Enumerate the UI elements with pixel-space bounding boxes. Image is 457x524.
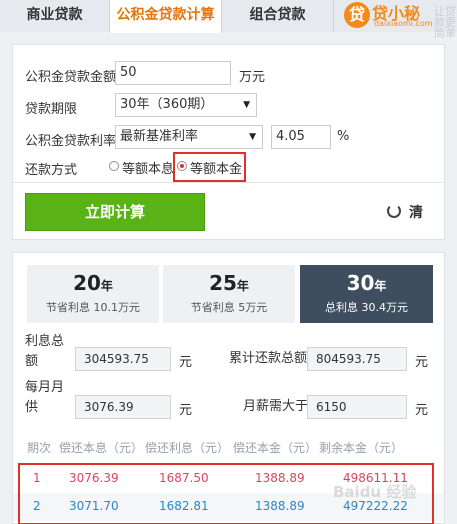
tab-20-years[interactable]: 20年 节省利息 10.1万元 xyxy=(27,265,159,323)
year-caption: 节省利息 5万元 xyxy=(190,301,268,314)
monthly-payment-value: 3076.39 xyxy=(75,395,171,419)
total-repay-label: 累计还款总额 xyxy=(229,351,308,366)
salary-value: 6150 xyxy=(307,395,407,419)
amount-label: 公积金贷款金额 xyxy=(25,70,117,85)
repay-method-label: 还款方式 xyxy=(25,163,78,178)
logo-url: daixiaomi.com xyxy=(374,19,433,28)
calculate-button[interactable]: 立即计算 xyxy=(25,193,205,231)
header-interest: 偿还利息（元） xyxy=(145,441,230,455)
total-interest-value: 304593.75 xyxy=(75,347,171,371)
tab-25-years[interactable]: 25年 节省利息 5万元 xyxy=(163,265,295,323)
total-interest-label: 利息总额 xyxy=(25,334,65,369)
term-label: 贷款期限 xyxy=(25,102,78,117)
equal-installment-label: 等额本息 xyxy=(122,162,175,177)
salary-label: 月薪需大于 xyxy=(243,399,309,414)
rate-unit: % xyxy=(337,129,350,144)
logo-mark-icon: 贷 xyxy=(344,2,370,28)
header-remaining: 剩余本金（元） xyxy=(319,441,404,455)
watermark: Baidu 经验 xyxy=(333,483,417,501)
header-payment: 偿还本息（元） xyxy=(59,441,144,455)
rate-type-value: 最新基准利率 xyxy=(120,129,199,144)
tab-30-years[interactable]: 30年 总利息 30.4万元 xyxy=(300,265,433,323)
loan-type-tabs: 商业贷款 公积金贷款计算 组合贷款 贷 贷小秘 daixiaomi.com 让贷… xyxy=(0,0,457,39)
results-card: 20年 节省利息 10.1万元 25年 节省利息 5万元 30年 总利息 30.… xyxy=(12,252,445,524)
rate-input[interactable]: 4.05 xyxy=(271,125,331,149)
dropdown-arrow-icon: ▼ xyxy=(243,100,250,110)
radio-equal-principal[interactable] xyxy=(177,161,187,171)
refresh-icon xyxy=(387,204,401,218)
rate-label: 公积金贷款利率 xyxy=(25,134,117,149)
header-period: 期次 xyxy=(27,441,52,455)
dropdown-arrow-icon: ▼ xyxy=(249,132,256,142)
year-caption: 总利息 30.4万元 xyxy=(325,301,408,314)
radio-equal-installment[interactable] xyxy=(109,161,119,171)
tab-combined-loan[interactable]: 组合贷款 xyxy=(222,0,334,32)
year-value: 25年 xyxy=(209,271,249,295)
monthly-payment-label: 每月月供 xyxy=(25,380,65,415)
header-principal: 偿还本金（元） xyxy=(233,441,318,455)
total-repay-unit: 元 xyxy=(415,355,429,370)
tab-housing-fund-loan[interactable]: 公积金贷款计算 xyxy=(110,0,222,33)
year-caption: 节省利息 10.1万元 xyxy=(46,301,140,314)
total-interest-unit: 元 xyxy=(179,355,193,370)
logo-slogan: 让贷款更简单 xyxy=(434,5,456,40)
loan-form-card: 公积金贷款金额 50 万元 贷款期限 30年（360期） ▼ 公积金贷款利率 最… xyxy=(12,44,445,240)
term-select[interactable]: 30年（360期） ▼ xyxy=(115,93,257,117)
clear-label: 清 xyxy=(409,205,423,221)
year-value: 20年 xyxy=(73,271,113,295)
term-select-value: 30年（360期） xyxy=(120,97,214,112)
salary-unit: 元 xyxy=(415,403,429,418)
monthly-payment-unit: 元 xyxy=(179,403,193,418)
amount-input[interactable]: 50 xyxy=(115,61,231,85)
rate-type-select[interactable]: 最新基准利率 ▼ xyxy=(115,125,263,149)
year-value: 30年 xyxy=(346,271,387,295)
equal-principal-label: 等额本金 xyxy=(190,162,243,177)
divider xyxy=(13,182,444,183)
amount-unit: 万元 xyxy=(239,70,266,85)
tab-commercial-loan[interactable]: 商业贷款 xyxy=(0,0,110,32)
brand-logo: 贷 贷小秘 daixiaomi.com 让贷款更简单 xyxy=(334,0,457,39)
total-repay-value: 804593.75 xyxy=(307,347,407,371)
